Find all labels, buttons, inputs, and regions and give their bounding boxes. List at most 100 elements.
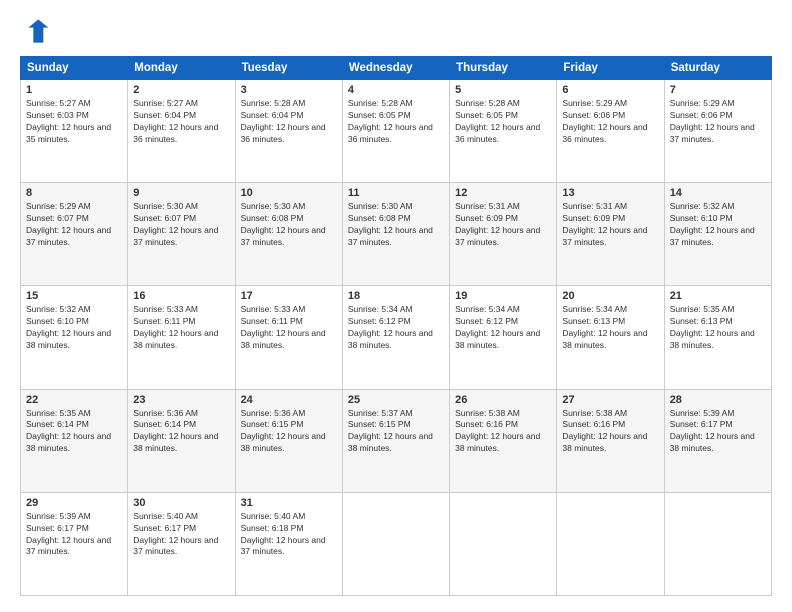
day-number: 23 bbox=[133, 394, 229, 406]
header-saturday: Saturday bbox=[664, 57, 771, 80]
day-info: Sunrise: 5:36 AMSunset: 6:15 PMDaylight:… bbox=[241, 408, 337, 456]
day-cell: 3 Sunrise: 5:28 AMSunset: 6:04 PMDaylight… bbox=[235, 80, 342, 183]
week-row-4: 29Sunrise: 5:39 AMSunset: 6:17 PMDayligh… bbox=[21, 492, 772, 595]
day-number: 26 bbox=[455, 394, 551, 406]
day-cell: 4Sunrise: 5:28 AMSunset: 6:05 PMDaylight… bbox=[342, 80, 449, 183]
day-cell: 27 Sunrise: 5:38 AMSunset: 6:16 PMDayligh… bbox=[557, 389, 664, 492]
header-sunday: Sunday bbox=[21, 57, 128, 80]
day-cell: 1Sunrise: 5:27 AMSunset: 6:03 PMDaylight… bbox=[21, 80, 128, 183]
day-info: Sunrise: 5:30 AMSunset: 6:08 PMDaylight:… bbox=[241, 201, 337, 249]
day-number: 2 bbox=[133, 84, 229, 96]
day-number: 28 bbox=[670, 394, 766, 406]
day-number: 1 bbox=[26, 84, 122, 96]
day-cell: 14 Sunrise: 5:32 AMSunset: 6:10 PMDayligh… bbox=[664, 183, 771, 286]
day-cell: 29Sunrise: 5:39 AMSunset: 6:17 PMDayligh… bbox=[21, 492, 128, 595]
day-cell: 18 Sunrise: 5:34 AMSunset: 6:12 PMDayligh… bbox=[342, 286, 449, 389]
day-number: 18 bbox=[348, 290, 444, 302]
day-info: Sunrise: 5:34 AMSunset: 6:12 PMDaylight:… bbox=[455, 304, 551, 352]
header-row: SundayMondayTuesdayWednesdayThursdayFrid… bbox=[21, 57, 772, 80]
day-cell: 9Sunrise: 5:30 AMSunset: 6:07 PMDaylight… bbox=[128, 183, 235, 286]
header-thursday: Thursday bbox=[450, 57, 557, 80]
day-number: 29 bbox=[26, 497, 122, 509]
day-info: Sunrise: 5:35 AMSunset: 6:14 PMDaylight:… bbox=[26, 408, 122, 456]
day-info: Sunrise: 5:40 AMSunset: 6:18 PMDaylight:… bbox=[241, 511, 337, 559]
day-number: 22 bbox=[26, 394, 122, 406]
day-cell: 31Sunrise: 5:40 AMSunset: 6:18 PMDayligh… bbox=[235, 492, 342, 595]
day-number: 3 bbox=[241, 84, 337, 96]
day-number: 9 bbox=[133, 187, 229, 199]
day-info: Sunrise: 5:40 AMSunset: 6:17 PMDaylight:… bbox=[133, 511, 229, 559]
day-number: 12 bbox=[455, 187, 551, 199]
day-cell: 24 Sunrise: 5:36 AMSunset: 6:15 PMDayligh… bbox=[235, 389, 342, 492]
day-cell: 19 Sunrise: 5:34 AMSunset: 6:12 PMDayligh… bbox=[450, 286, 557, 389]
day-cell: 12 Sunrise: 5:31 AMSunset: 6:09 PMDayligh… bbox=[450, 183, 557, 286]
day-cell: 20Sunrise: 5:34 AMSunset: 6:13 PMDayligh… bbox=[557, 286, 664, 389]
day-info: Sunrise: 5:36 AMSunset: 6:14 PMDaylight:… bbox=[133, 408, 229, 456]
day-number: 17 bbox=[241, 290, 337, 302]
day-info: Sunrise: 5:28 AMSunset: 6:04 PMDaylight:… bbox=[241, 98, 337, 146]
day-info: Sunrise: 5:34 AMSunset: 6:12 PMDaylight:… bbox=[348, 304, 444, 352]
day-info: Sunrise: 5:35 AMSunset: 6:13 PMDaylight:… bbox=[670, 304, 766, 352]
header-monday: Monday bbox=[128, 57, 235, 80]
day-cell: 15 Sunrise: 5:32 AMSunset: 6:10 PMDayligh… bbox=[21, 286, 128, 389]
day-cell: 22 Sunrise: 5:35 AMSunset: 6:14 PMDayligh… bbox=[21, 389, 128, 492]
day-info: Sunrise: 5:37 AMSunset: 6:15 PMDaylight:… bbox=[348, 408, 444, 456]
logo bbox=[20, 16, 54, 46]
day-info: Sunrise: 5:31 AMSunset: 6:09 PMDaylight:… bbox=[562, 201, 658, 249]
day-number: 13 bbox=[562, 187, 658, 199]
day-cell bbox=[557, 492, 664, 595]
day-cell: 28Sunrise: 5:39 AMSunset: 6:17 PMDayligh… bbox=[664, 389, 771, 492]
day-info: Sunrise: 5:29 AMSunset: 6:06 PMDaylight:… bbox=[562, 98, 658, 146]
day-info: Sunrise: 5:34 AMSunset: 6:13 PMDaylight:… bbox=[562, 304, 658, 352]
day-info: Sunrise: 5:27 AMSunset: 6:04 PMDaylight:… bbox=[133, 98, 229, 146]
day-info: Sunrise: 5:30 AMSunset: 6:08 PMDaylight:… bbox=[348, 201, 444, 249]
day-number: 14 bbox=[670, 187, 766, 199]
day-number: 6 bbox=[562, 84, 658, 96]
day-info: Sunrise: 5:29 AMSunset: 6:07 PMDaylight:… bbox=[26, 201, 122, 249]
page: SundayMondayTuesdayWednesdayThursdayFrid… bbox=[0, 0, 792, 612]
day-cell: 13 Sunrise: 5:31 AMSunset: 6:09 PMDayligh… bbox=[557, 183, 664, 286]
day-cell: 25 Sunrise: 5:37 AMSunset: 6:15 PMDayligh… bbox=[342, 389, 449, 492]
day-number: 5 bbox=[455, 84, 551, 96]
day-cell: 21 Sunrise: 5:35 AMSunset: 6:13 PMDayligh… bbox=[664, 286, 771, 389]
header-friday: Friday bbox=[557, 57, 664, 80]
day-cell: 16 Sunrise: 5:33 AMSunset: 6:11 PMDayligh… bbox=[128, 286, 235, 389]
day-number: 30 bbox=[133, 497, 229, 509]
day-cell bbox=[342, 492, 449, 595]
day-number: 8 bbox=[26, 187, 122, 199]
day-number: 24 bbox=[241, 394, 337, 406]
day-info: Sunrise: 5:31 AMSunset: 6:09 PMDaylight:… bbox=[455, 201, 551, 249]
day-cell: 11 Sunrise: 5:30 AMSunset: 6:08 PMDayligh… bbox=[342, 183, 449, 286]
day-cell: 23 Sunrise: 5:36 AMSunset: 6:14 PMDayligh… bbox=[128, 389, 235, 492]
day-cell: 30 Sunrise: 5:40 AMSunset: 6:17 PMDayligh… bbox=[128, 492, 235, 595]
week-row-3: 22 Sunrise: 5:35 AMSunset: 6:14 PMDayligh… bbox=[21, 389, 772, 492]
day-number: 7 bbox=[670, 84, 766, 96]
day-number: 11 bbox=[348, 187, 444, 199]
day-cell: 26Sunrise: 5:38 AMSunset: 6:16 PMDayligh… bbox=[450, 389, 557, 492]
header-wednesday: Wednesday bbox=[342, 57, 449, 80]
day-info: Sunrise: 5:32 AMSunset: 6:10 PMDaylight:… bbox=[26, 304, 122, 352]
day-number: 27 bbox=[562, 394, 658, 406]
day-cell: 2 Sunrise: 5:27 AMSunset: 6:04 PMDaylight… bbox=[128, 80, 235, 183]
day-info: Sunrise: 5:33 AMSunset: 6:11 PMDaylight:… bbox=[133, 304, 229, 352]
day-number: 16 bbox=[133, 290, 229, 302]
day-cell: 8 Sunrise: 5:29 AMSunset: 6:07 PMDaylight… bbox=[21, 183, 128, 286]
day-info: Sunrise: 5:29 AMSunset: 6:06 PMDaylight:… bbox=[670, 98, 766, 146]
day-info: Sunrise: 5:32 AMSunset: 6:10 PMDaylight:… bbox=[670, 201, 766, 249]
day-number: 21 bbox=[670, 290, 766, 302]
day-info: Sunrise: 5:38 AMSunset: 6:16 PMDaylight:… bbox=[562, 408, 658, 456]
week-row-2: 15 Sunrise: 5:32 AMSunset: 6:10 PMDayligh… bbox=[21, 286, 772, 389]
day-number: 10 bbox=[241, 187, 337, 199]
day-number: 19 bbox=[455, 290, 551, 302]
day-number: 15 bbox=[26, 290, 122, 302]
day-number: 25 bbox=[348, 394, 444, 406]
day-cell: 6 Sunrise: 5:29 AMSunset: 6:06 PMDaylight… bbox=[557, 80, 664, 183]
day-cell bbox=[664, 492, 771, 595]
day-cell: 17Sunrise: 5:33 AMSunset: 6:11 PMDayligh… bbox=[235, 286, 342, 389]
calendar-table: SundayMondayTuesdayWednesdayThursdayFrid… bbox=[20, 56, 772, 596]
week-row-1: 8 Sunrise: 5:29 AMSunset: 6:07 PMDaylight… bbox=[21, 183, 772, 286]
day-cell: 7 Sunrise: 5:29 AMSunset: 6:06 PMDaylight… bbox=[664, 80, 771, 183]
header bbox=[20, 16, 772, 46]
day-info: Sunrise: 5:28 AMSunset: 6:05 PMDaylight:… bbox=[348, 98, 444, 146]
day-info: Sunrise: 5:28 AMSunset: 6:05 PMDaylight:… bbox=[455, 98, 551, 146]
